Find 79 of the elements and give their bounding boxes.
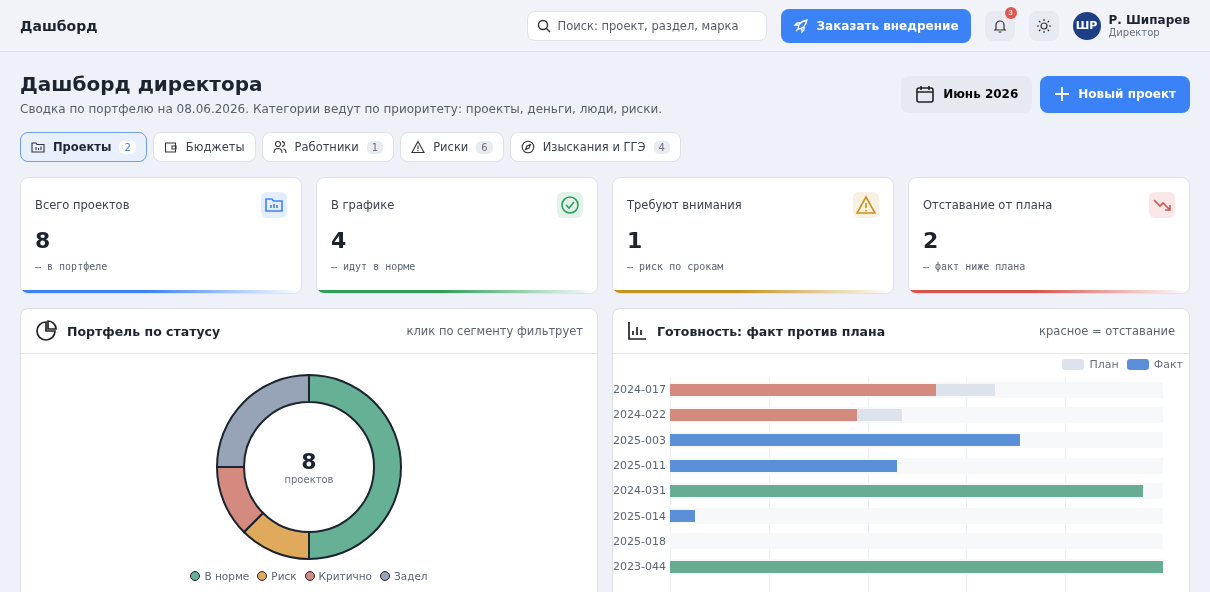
theme-toggle[interactable] — [1028, 10, 1059, 41]
category-tab[interactable]: Бюджеты — [152, 132, 256, 162]
search-icon — [536, 18, 551, 33]
category-tab[interactable]: Работники 1 — [261, 132, 395, 162]
fact-bar[interactable] — [670, 434, 1020, 447]
folder-icon — [261, 192, 287, 218]
project-code: 2025-011 — [613, 459, 665, 473]
notification-count: 3 — [1004, 6, 1017, 19]
stat-title: Требуют внимания — [627, 198, 742, 212]
project-code: 2025-014 — [613, 509, 665, 523]
order-button[interactable]: Заказать внедрение — [780, 8, 971, 43]
panel-hint: красное = отставание — [1039, 324, 1175, 338]
tab-count: 6 — [476, 140, 493, 154]
page-subtitle: Сводка по портфелю на 08.06.2026. Категории ведут по приоритету: проекты, деньги, люди, риски. — [20, 102, 664, 116]
project-code: 2024-017 — [613, 383, 665, 397]
trend-down-icon — [1149, 192, 1175, 218]
tab-count: 4 — [653, 140, 670, 154]
sun-icon — [1035, 17, 1052, 34]
bar-chart-icon — [627, 321, 647, 341]
user-name: Р. Шипарев — [1108, 13, 1190, 27]
stat-title: В графике — [331, 198, 395, 212]
project-code: 2023-044 — [613, 560, 665, 574]
warning-icon — [411, 140, 426, 154]
wallet-icon — [163, 140, 178, 154]
legend-item[interactable]: Факт — [1126, 358, 1183, 371]
app-title: Дашборд — [20, 17, 98, 34]
project-code: 2025-003 — [613, 433, 665, 447]
stat-title: Всего проектов — [35, 198, 130, 212]
category-tab[interactable]: Изыскания и ГГЭ 4 — [509, 132, 681, 162]
category-tab[interactable]: Риски 6 — [400, 132, 504, 162]
fact-bar[interactable] — [670, 383, 937, 396]
stat-title: Отставание от плана — [923, 198, 1053, 212]
folder-icon — [31, 140, 45, 154]
panel-hint: клик по сегменту фильтрует — [406, 324, 583, 338]
plus-icon — [1054, 86, 1071, 102]
warning-icon — [853, 192, 879, 218]
stat-note: — риск по срокам — [627, 261, 725, 272]
tab-count: 1 — [366, 140, 384, 154]
stat-value: 1 — [627, 228, 644, 253]
compass-icon — [520, 140, 535, 154]
notifications-button[interactable]: 3 — [984, 10, 1015, 41]
legend-item[interactable]: Задел — [379, 570, 428, 582]
donut-segment[interactable] — [242, 511, 310, 560]
new-project-button[interactable]: Новый проект — [1040, 75, 1190, 113]
fact-bar[interactable] — [670, 510, 695, 523]
legend-item[interactable]: Риск — [257, 570, 297, 582]
project-code: 2024-031 — [613, 484, 665, 498]
legend-item[interactable]: План — [1062, 358, 1119, 371]
fact-bar[interactable] — [670, 459, 897, 472]
project-code: 2024-022 — [613, 408, 665, 422]
bell-icon — [991, 17, 1008, 34]
fact-bar[interactable] — [670, 484, 1144, 497]
check-icon — [557, 192, 583, 218]
donut-total: 8 — [301, 449, 317, 474]
donut-segment[interactable] — [216, 466, 265, 534]
calendar-icon — [915, 84, 936, 104]
legend-item[interactable]: Критично — [304, 570, 372, 582]
search-field[interactable]: Поиск: проект, раздел, марка — [526, 10, 767, 41]
rocket-icon — [792, 17, 809, 34]
pie-chart-icon — [35, 320, 57, 342]
people-icon — [272, 140, 287, 154]
user-avatar[interactable]: ШР — [1072, 11, 1101, 40]
page-title: Дашборд директора — [20, 72, 264, 96]
user-role: Директор — [1108, 27, 1161, 38]
stat-value: 8 — [35, 228, 52, 253]
stat-note: — в портфеле — [35, 261, 109, 272]
panel-title: Портфель по статусу — [67, 323, 222, 339]
legend-item[interactable]: В норме — [190, 570, 250, 582]
stat-value: 2 — [923, 228, 940, 253]
fact-bar[interactable] — [670, 408, 858, 421]
period-button[interactable]: Июнь 2026 — [901, 75, 1033, 113]
category-tab[interactable]: Проекты 2 — [20, 132, 147, 162]
stat-value: 4 — [331, 228, 348, 253]
stat-note: — идут в норме — [331, 261, 417, 272]
stat-note: — факт ниже плана — [923, 261, 1027, 272]
donut-label: проектов — [284, 474, 334, 485]
project-code: 2025-018 — [613, 534, 665, 548]
panel-title: Готовность: факт против плана — [657, 323, 887, 339]
tab-count: 2 — [119, 140, 136, 154]
